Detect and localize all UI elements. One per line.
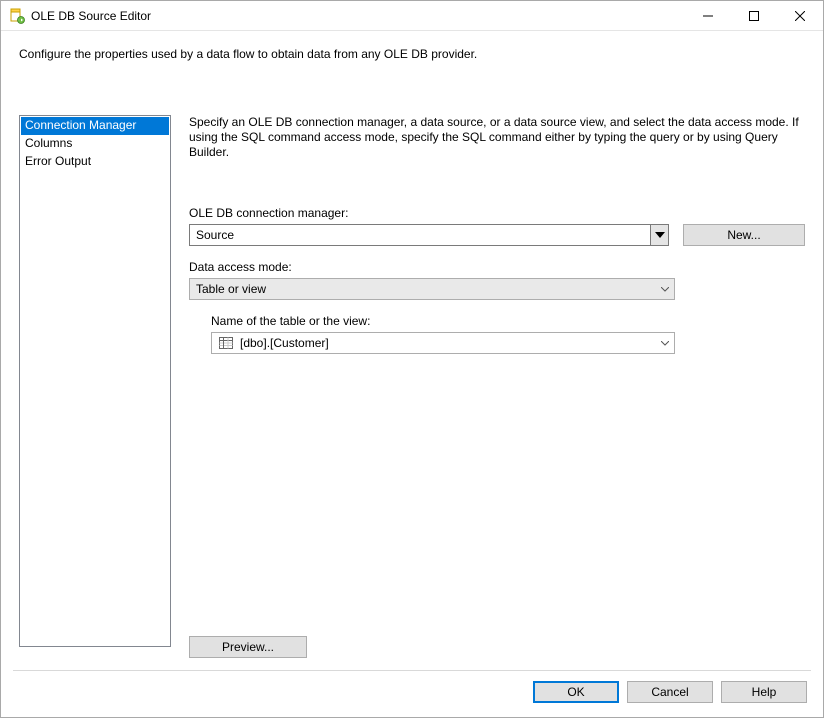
window-title: OLE DB Source Editor bbox=[31, 9, 151, 23]
maximize-button[interactable] bbox=[731, 1, 777, 30]
chevron-down-icon bbox=[650, 225, 668, 245]
connection-manager-value: Source bbox=[196, 228, 234, 242]
data-access-mode-value: Table or view bbox=[196, 282, 266, 296]
help-button[interactable]: Help bbox=[721, 681, 807, 703]
connection-manager-dropdown[interactable]: Source bbox=[189, 224, 669, 246]
table-name-value: [dbo].[Customer] bbox=[240, 336, 329, 350]
button-label: Cancel bbox=[651, 685, 688, 699]
connection-manager-label: OLE DB connection manager: bbox=[189, 206, 805, 220]
button-label: Preview... bbox=[222, 640, 274, 654]
button-label: Help bbox=[752, 685, 777, 699]
dialog-description: Configure the properties used by a data … bbox=[1, 31, 823, 69]
dialog-window: OLE DB Source Editor Configure the prope… bbox=[0, 0, 824, 718]
close-button[interactable] bbox=[777, 1, 823, 30]
sidebar-item-label: Columns bbox=[25, 136, 72, 150]
sidebar-item-error-output[interactable]: Error Output bbox=[21, 153, 169, 171]
data-access-mode-label: Data access mode: bbox=[189, 260, 805, 274]
minimize-button[interactable] bbox=[685, 1, 731, 30]
ok-button[interactable]: OK bbox=[533, 681, 619, 703]
chevron-down-icon bbox=[656, 279, 674, 299]
chevron-down-icon bbox=[656, 333, 674, 353]
sidebar-item-label: Connection Manager bbox=[25, 118, 136, 132]
window-controls bbox=[685, 1, 823, 30]
main-panel: Specify an OLE DB connection manager, a … bbox=[189, 69, 805, 670]
cancel-button[interactable]: Cancel bbox=[627, 681, 713, 703]
new-connection-button[interactable]: New... bbox=[683, 224, 805, 246]
app-icon bbox=[9, 8, 25, 24]
button-label: New... bbox=[727, 228, 760, 242]
sidebar-item-label: Error Output bbox=[25, 154, 91, 168]
table-name-label: Name of the table or the view: bbox=[211, 314, 805, 328]
table-icon bbox=[218, 336, 234, 350]
instruction-text: Specify an OLE DB connection manager, a … bbox=[189, 115, 805, 160]
button-label: OK bbox=[567, 685, 584, 699]
dialog-footer: OK Cancel Help bbox=[1, 671, 823, 717]
data-access-mode-dropdown[interactable]: Table or view bbox=[189, 278, 675, 300]
sidebar: Connection Manager Columns Error Output bbox=[19, 115, 171, 647]
sidebar-item-columns[interactable]: Columns bbox=[21, 135, 169, 153]
table-name-dropdown[interactable]: [dbo].[Customer] bbox=[211, 332, 675, 354]
titlebar: OLE DB Source Editor bbox=[1, 1, 823, 31]
sidebar-item-connection-manager[interactable]: Connection Manager bbox=[21, 117, 169, 135]
preview-button[interactable]: Preview... bbox=[189, 636, 307, 658]
